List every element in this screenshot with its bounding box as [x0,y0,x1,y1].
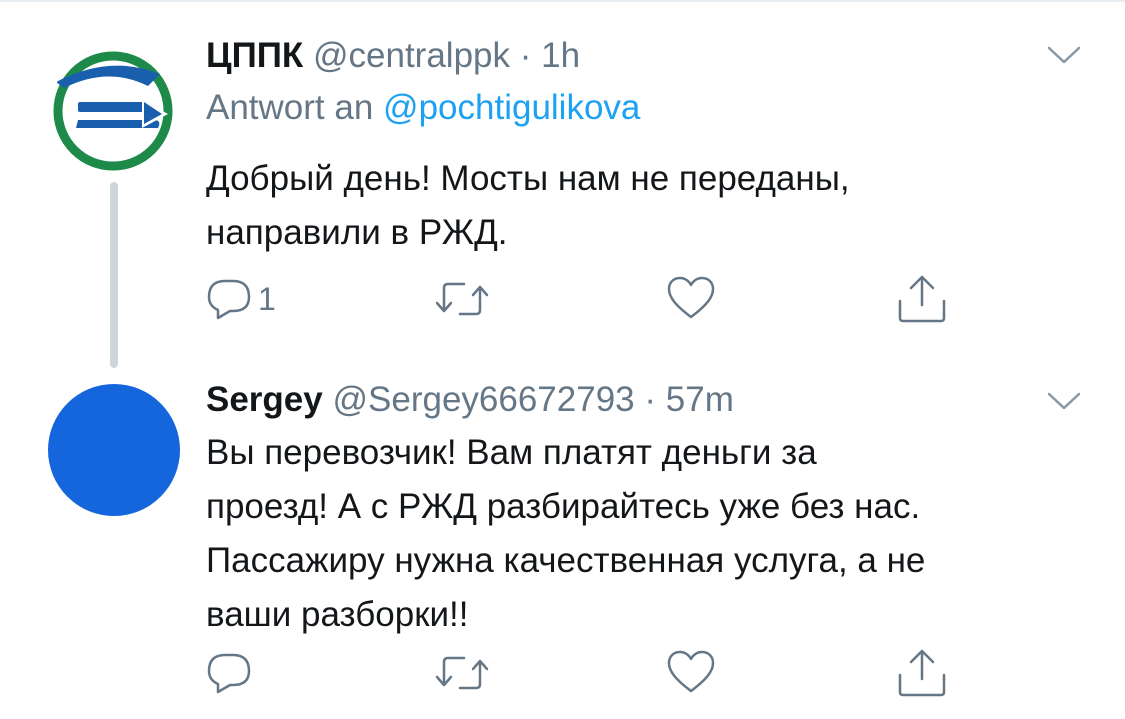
author-handle[interactable]: @centralppk [313,36,510,75]
reply-mention-link[interactable]: @pochtigulikova [383,88,640,127]
like-icon [667,650,715,693]
retweet-icon [435,656,489,690]
retweet-button[interactable] [434,654,490,692]
retweet-icon [435,282,489,316]
reply-count: 1 [258,280,276,317]
reply-context: Antwort an @pochtigulikova [206,88,640,128]
tweet-text-line: Добрый день! Мосты нам не переданы, [206,159,850,198]
reply-button[interactable]: 1 [206,278,276,320]
like-button[interactable] [666,276,716,320]
chevron-down-icon[interactable] [1046,44,1082,66]
tweet-text-line: направили в РЖД. [206,213,508,252]
centralppk-avatar[interactable] [50,48,176,174]
tweet-header: Sergey @Sergey66672793 · 57m [206,380,734,420]
tweet-header: ЦППК @centralppk · 1h [206,36,580,76]
separator-dot: · [644,380,657,419]
share-icon [898,275,946,323]
author-name[interactable]: ЦППК [206,36,303,75]
share-icon [898,649,946,697]
tweet-text: Добрый день! Мосты нам не переданы, напр… [206,152,1086,260]
author-name[interactable]: Sergey [206,380,323,419]
chevron-down-icon[interactable] [1046,390,1082,412]
reply-button[interactable] [206,652,252,694]
tweet-text-line: Пассажиру нужна качественная услуга, а н… [206,541,926,580]
retweet-button[interactable] [434,280,490,318]
timestamp[interactable]: 57m [666,380,734,419]
sergey-avatar[interactable] [48,384,180,516]
separator-dot: · [519,36,532,75]
author-handle[interactable]: @Sergey66672793 [332,380,634,419]
top-divider [0,0,1125,2]
like-button[interactable] [666,650,716,694]
reply-label: Antwort an [206,88,374,127]
share-button[interactable] [896,274,948,324]
thread-connector-line [110,182,118,368]
tweet-text: Вы перевозчик! Вам платят деньги за прое… [206,426,1086,642]
reply-icon [207,279,251,320]
tweet-text-line: проезд! А с РЖД разбирайтесь уже без нас… [206,487,921,526]
timestamp[interactable]: 1h [541,36,580,75]
share-button[interactable] [896,648,948,698]
tweet-text-line: ваши разборки!! [206,595,469,634]
tweet-text-line: Вы перевозчик! Вам платят деньги за [206,433,817,472]
like-icon [667,276,715,319]
reply-icon [207,653,251,694]
